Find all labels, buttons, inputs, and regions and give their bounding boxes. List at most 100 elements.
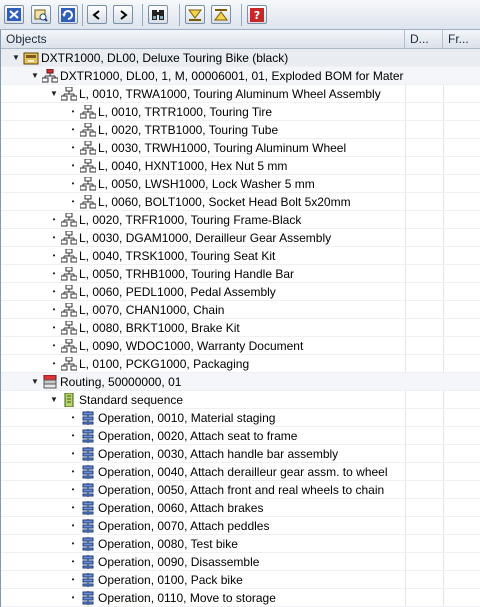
tree-node-text: L, 0050, LWSH1000, Lock Washer 5 mm [98, 177, 315, 191]
operation-icon [80, 483, 96, 497]
expand-all-button[interactable] [211, 5, 231, 24]
tree-node[interactable]: • Operation, 0030, Attach handle bar asse… [1, 445, 480, 463]
expand-toggle-icon[interactable]: ▼ [11, 49, 21, 66]
tree-node-label-cell: ▼ Routing, 50000000, 01 [1, 373, 404, 390]
close-x-button[interactable] [4, 5, 24, 24]
tree-node-label-cell: • L, 0060, BOLT1000, Socket Head Bolt 5x2… [1, 193, 404, 210]
tree-node-label-cell: ▼ Standard sequence [1, 391, 404, 408]
expand-all-icon [214, 8, 228, 22]
bom-item-icon [79, 122, 97, 137]
column-header-objects[interactable]: Objects [1, 30, 405, 49]
tree-node-label-cell: ▼ DXTR1000, DL00, 1, M, 00006001, 01, Exp… [1, 67, 404, 84]
tree-node[interactable]: • L, 0030, TRWH1000, Touring Aluminum Whe… [1, 139, 480, 157]
next-arrow-button[interactable] [113, 5, 133, 24]
display-object-icon [34, 8, 48, 22]
tree-node[interactable]: • L, 0040, HXNT1000, Hex Nut 5 mm [1, 157, 480, 175]
tree-node[interactable]: • Operation, 0050, Attach front and real … [1, 481, 480, 499]
tree-node[interactable]: • L, 0020, TRFR1000, Touring Frame-Black [1, 211, 480, 229]
tree-node[interactable]: • L, 0090, WDOC1000, Warranty Document [1, 337, 480, 355]
tree-node[interactable]: • L, 0080, BRKT1000, Brake Kit [1, 319, 480, 337]
tree-node-label-cell: • L, 0060, PEDL1000, Pedal Assembly [1, 283, 404, 300]
previous-arrow-button[interactable] [87, 5, 107, 24]
tree-node-text: L, 0030, DGAM1000, Derailleur Gear Assem… [79, 231, 332, 245]
leaf-bullet-icon: • [52, 215, 56, 224]
column-header-description[interactable]: D... [405, 30, 443, 49]
column-header-from[interactable]: Fr... [443, 30, 480, 49]
tree-node[interactable]: • L, 0070, CHAN1000, Chain [1, 301, 480, 319]
tree-node-text: DXTR1000, DL00, Deluxe Touring Bike (bla… [41, 51, 289, 65]
operation-icon [80, 411, 96, 425]
tree-node[interactable]: • L, 0050, TRHB1000, Touring Handle Bar [1, 265, 480, 283]
tree-node[interactable]: • L, 0020, TRTB1000, Touring Tube [1, 121, 480, 139]
tree-node[interactable]: • Operation, 0110, Move to storage [1, 589, 480, 607]
leaf-bullet-icon: • [52, 323, 56, 332]
bom-item-icon [60, 86, 78, 101]
tree-node[interactable]: • L, 0010, TRTR1000, Touring Tire [1, 103, 480, 121]
tree-node-label-cell: • Operation, 0090, Disassemble [1, 553, 404, 570]
expand-toggle-icon[interactable]: ▼ [30, 67, 40, 84]
operation-icon [80, 465, 96, 479]
leaf-bullet-icon: • [71, 179, 75, 188]
operation-icon [80, 429, 96, 443]
tree-node-label-cell: • L, 0040, HXNT1000, Hex Nut 5 mm [1, 157, 404, 174]
tree-node[interactable]: • L, 0050, LWSH1000, Lock Washer 5 mm [1, 175, 480, 193]
leaf-bullet-icon: • [52, 305, 56, 314]
leaf-bullet-icon: • [71, 575, 75, 584]
bom-item-icon [60, 230, 78, 245]
help-question-button[interactable]: ? [247, 5, 267, 24]
leaf-bullet-icon: • [52, 341, 56, 350]
operation-icon [80, 555, 96, 569]
object-tree-grid: Objects D... Fr... ▼ DXTR1000, DL00, Delu… [0, 30, 480, 607]
leaf-bullet-icon: • [71, 485, 75, 494]
tree-node[interactable]: • L, 0040, TRSK1000, Touring Seat Kit [1, 247, 480, 265]
operation-icon [80, 501, 96, 515]
binoculars-find-button[interactable] [148, 5, 168, 24]
help-question-icon: ? [250, 7, 264, 22]
tree-node-label-cell: • Operation, 0040, Attach derailleur gear… [1, 463, 404, 480]
expand-toggle-icon[interactable]: ▼ [30, 373, 40, 390]
tree-node-text: Operation, 0060, Attach brakes [98, 501, 264, 515]
tree-node[interactable]: ▼ DXTR1000, DL00, Deluxe Touring Bike (bl… [1, 49, 480, 67]
tree-node[interactable]: • Operation, 0100, Pack bike [1, 571, 480, 589]
tree-node-text: Operation, 0040, Attach derailleur gear … [98, 465, 388, 479]
tree-node[interactable]: • Operation, 0020, Attach seat to frame [1, 427, 480, 445]
collapse-all-icon [188, 8, 202, 22]
tree-node[interactable]: • Operation, 0040, Attach derailleur gear… [1, 463, 480, 481]
bom-item-icon [60, 266, 78, 281]
tree-node-text: Operation, 0090, Disassemble [98, 555, 260, 569]
operation-icon [80, 573, 96, 587]
tree-node[interactable]: • Operation, 0080, Test bike [1, 535, 480, 553]
tree-node-label-cell: • L, 0070, CHAN1000, Chain [1, 301, 404, 318]
tree-node-label-cell: • Operation, 0100, Pack bike [1, 571, 404, 588]
leaf-bullet-icon: • [71, 107, 75, 116]
tree-node[interactable]: • L, 0030, DGAM1000, Derailleur Gear Asse… [1, 229, 480, 247]
tree-node[interactable]: • Operation, 0070, Attach peddles [1, 517, 480, 535]
tree-node[interactable]: ▼ Standard sequence [1, 391, 480, 409]
bom-icon [41, 68, 59, 83]
tree-node[interactable]: • L, 0100, PCKG1000, Packaging [1, 355, 480, 373]
tree-node[interactable]: • Operation, 0060, Attach brakes [1, 499, 480, 517]
tree-node-text: Operation, 0020, Attach seat to frame [98, 429, 298, 443]
bom-item-icon [79, 140, 97, 155]
expand-toggle-icon[interactable]: ▼ [49, 391, 59, 408]
tree-node[interactable]: • Operation, 0010, Material staging [1, 409, 480, 427]
collapse-all-button[interactable] [185, 5, 205, 24]
expand-toggle-icon[interactable]: ▼ [49, 85, 59, 102]
tree-node[interactable]: • L, 0060, BOLT1000, Socket Head Bolt 5x2… [1, 193, 480, 211]
leaf-bullet-icon: • [71, 197, 75, 206]
tree-node-label-cell: • L, 0090, WDOC1000, Warranty Document [1, 337, 404, 354]
tree-node[interactable]: ▼ DXTR1000, DL00, 1, M, 00006001, 01, Exp… [1, 67, 480, 85]
leaf-bullet-icon: • [71, 521, 75, 530]
tree-node[interactable]: • L, 0060, PEDL1000, Pedal Assembly [1, 283, 480, 301]
tree-node[interactable]: ▼ L, 0010, TRWA1000, Touring Aluminum Whe… [1, 85, 480, 103]
refresh-button[interactable] [58, 5, 78, 24]
tree-node[interactable]: • Operation, 0090, Disassemble [1, 553, 480, 571]
leaf-bullet-icon: • [71, 467, 75, 476]
leaf-bullet-icon: • [52, 269, 56, 278]
tree-node-text: Operation, 0050, Attach front and real w… [98, 483, 385, 497]
tree-node[interactable]: ▼ Routing, 50000000, 01 [1, 373, 480, 391]
tree-node-label-cell: • L, 0100, PCKG1000, Packaging [1, 355, 404, 372]
display-object-button[interactable] [31, 5, 51, 24]
tree-node-label-cell: • Operation, 0050, Attach front and real … [1, 481, 404, 498]
binoculars-find-icon [151, 8, 165, 22]
